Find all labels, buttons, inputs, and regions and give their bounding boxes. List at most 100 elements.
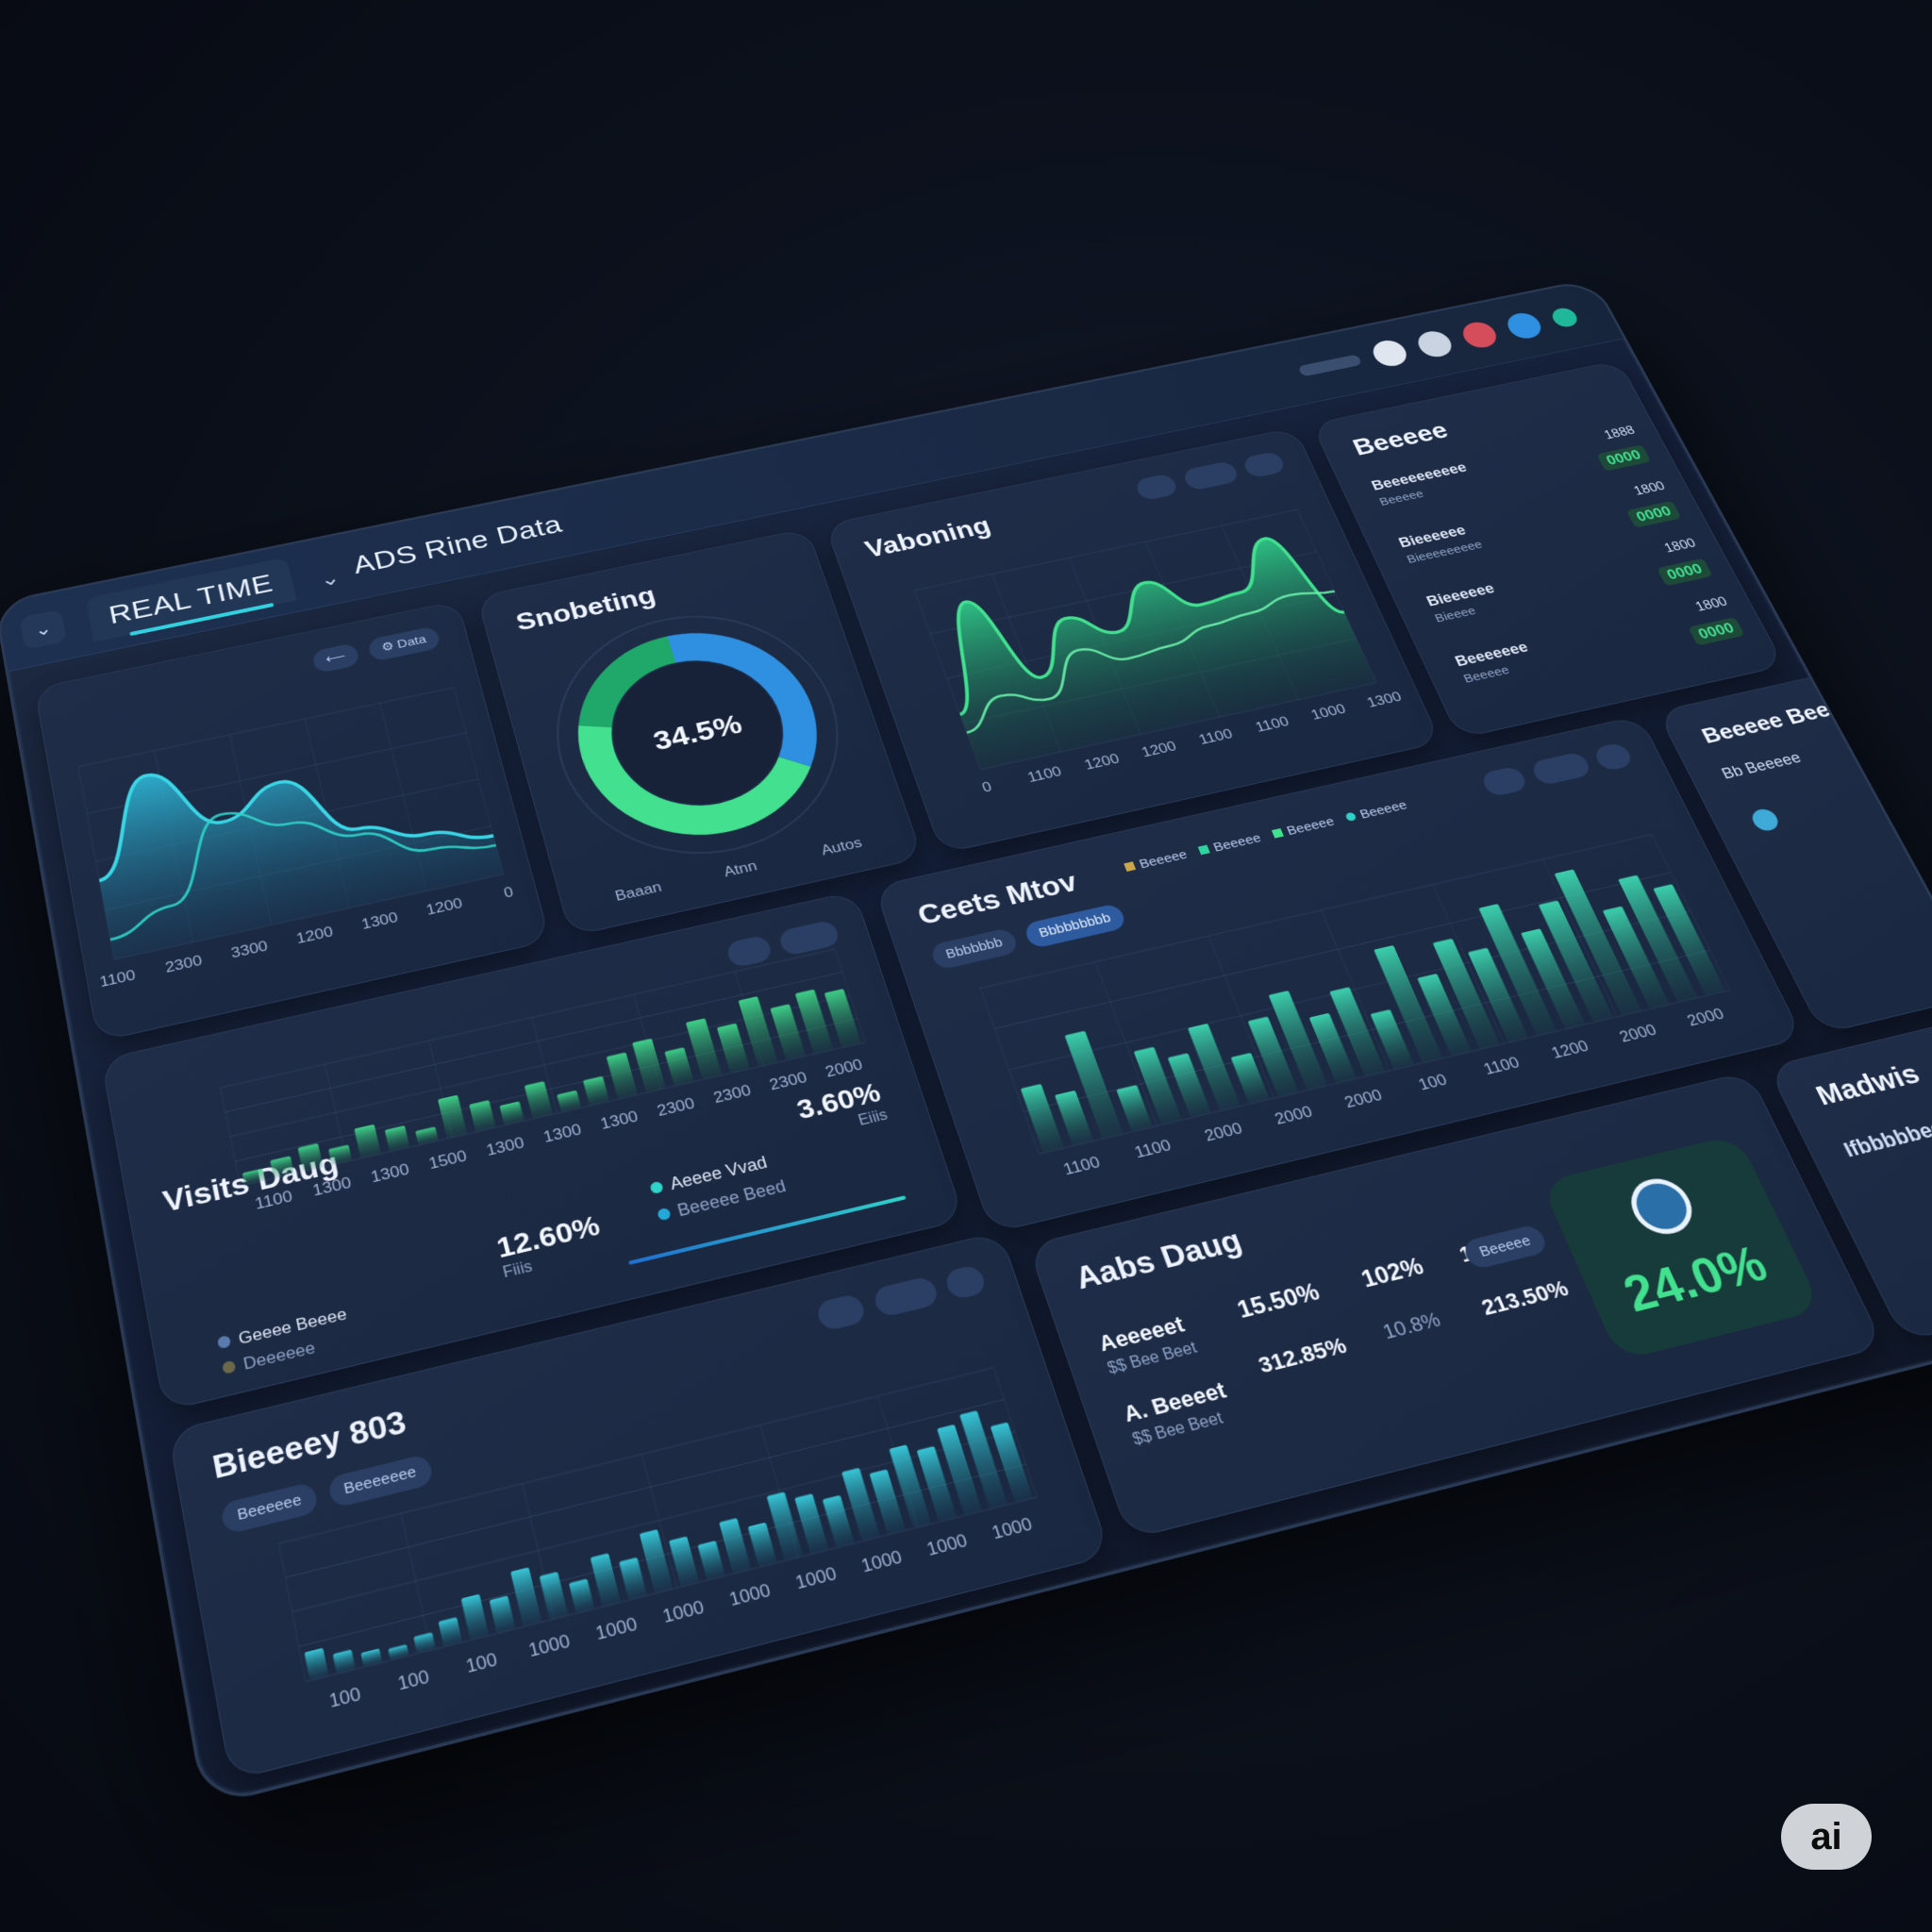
- profile-icon[interactable]: [1413, 328, 1457, 360]
- bar: [664, 1047, 694, 1087]
- x-tick-label: 2000: [1617, 1022, 1659, 1046]
- x-tick-label: 1000: [526, 1631, 572, 1661]
- adds-card-title: Aabs Daug: [1070, 1222, 1247, 1296]
- donut-legend-label: Autos: [820, 835, 865, 858]
- side-card-title: Beeeee Beeee: [1697, 691, 1859, 748]
- metrics-card-sub: Ifbbbbbee: [1839, 1115, 1932, 1162]
- grid-line: [980, 989, 1039, 1155]
- notification-icon[interactable]: [1457, 319, 1502, 351]
- side-card-sub: Bb Beeeee: [1719, 749, 1805, 783]
- x-tick-label: 1100: [1061, 1154, 1103, 1179]
- grid-line: [278, 1543, 306, 1681]
- legend-dot-icon: [649, 1180, 664, 1195]
- status-pill-icon: [1297, 354, 1363, 377]
- list-rows: Beeeeeeeeee Beeeee 1888 0000 Bieeeeee Bi…: [1369, 425, 1756, 716]
- bar: [415, 1126, 439, 1145]
- x-tick-label: 100: [327, 1684, 362, 1712]
- x-tick-label: 1100: [1254, 714, 1291, 736]
- metrics-card-title: Madwis: [1810, 1058, 1925, 1112]
- list-card-title: Beeeee: [1348, 416, 1453, 460]
- donut-legend-label: Baaan: [613, 879, 663, 905]
- x-tick-label: 0: [502, 884, 515, 901]
- x-tick-label: 1100: [254, 1188, 294, 1213]
- bar: [747, 1522, 777, 1568]
- grid-line: [78, 688, 454, 767]
- x-tick-label: 2000: [1685, 1006, 1727, 1030]
- stage: ⌄ REAL TIME ⌄ ADS Rine Data ⟵ ⚙ Data 110…: [0, 0, 1932, 1932]
- bar: [685, 1018, 723, 1080]
- bar: [619, 1557, 647, 1601]
- ai-badge-label: ai: [1810, 1815, 1842, 1857]
- x-tick-label: 1100: [1197, 726, 1235, 748]
- x-tick-label: 2000: [1273, 1104, 1315, 1129]
- x-tick-label: 1000: [859, 1547, 905, 1576]
- area-fill: [82, 708, 504, 960]
- x-tick-label: 1300: [1365, 690, 1405, 711]
- x-tick-label: 1200: [1549, 1038, 1591, 1062]
- tab-ads-data[interactable]: ADS Rine Data: [329, 499, 587, 591]
- adds-col: Aeeeeet $$ Bee Beet A. Beeeet $$ Bee Bee…: [1095, 1307, 1238, 1450]
- bar: [328, 1144, 353, 1166]
- legend-dot-icon: [221, 1359, 237, 1375]
- x-tick-label: 2300: [656, 1095, 697, 1120]
- bar: [360, 1648, 383, 1668]
- x-tick-label: 100: [1416, 1072, 1450, 1094]
- bar: [606, 1052, 639, 1100]
- globe-icon[interactable]: [1502, 310, 1546, 341]
- bar: [668, 1536, 700, 1588]
- bar: [460, 1593, 490, 1641]
- x-tick-label: 1000: [594, 1614, 640, 1644]
- grid-line: [221, 1088, 241, 1186]
- area-fill: [922, 529, 1377, 770]
- x-tick-label: 0: [980, 779, 994, 795]
- ai-badge: ai: [1781, 1804, 1872, 1870]
- chevron-down-icon[interactable]: ⌄: [19, 608, 68, 650]
- x-tick-label: 1300: [599, 1108, 641, 1134]
- x-tick-label: 1200: [1082, 751, 1122, 773]
- x-tick-label: 2300: [768, 1069, 809, 1093]
- bar: [384, 1125, 410, 1152]
- x-tick-label: 1000: [793, 1564, 839, 1593]
- x-tick-label: 100: [396, 1667, 431, 1695]
- x-tick-label: 1100: [1025, 764, 1063, 786]
- bar: [510, 1567, 542, 1627]
- x-tick-label: 1000: [727, 1581, 773, 1611]
- bar: [568, 1578, 595, 1614]
- adds-col: 15.50% 312.85%: [1234, 1277, 1365, 1415]
- bar: [716, 1023, 751, 1074]
- bar: [242, 1168, 265, 1186]
- x-tick-label: 100: [464, 1650, 499, 1678]
- x-tick-label: 1100: [1481, 1054, 1523, 1078]
- bar: [590, 1553, 622, 1607]
- bar: [437, 1094, 468, 1139]
- bar: [582, 1075, 610, 1107]
- bar: [297, 1142, 324, 1173]
- x-tick-label: 1300: [360, 909, 400, 933]
- bar: [489, 1595, 516, 1634]
- settings-icon[interactable]: [1548, 306, 1581, 329]
- adds-col: 102% 10.8%: [1357, 1253, 1465, 1382]
- x-tick-label: 1200: [1140, 739, 1179, 760]
- bar: [632, 1038, 666, 1093]
- user-avatar-icon[interactable]: [1368, 338, 1411, 369]
- bar: [469, 1100, 496, 1132]
- x-tick-label: 2300: [711, 1082, 753, 1107]
- bar: [354, 1124, 381, 1158]
- x-tick-label: 1000: [924, 1531, 970, 1560]
- headset-icon[interactable]: [1622, 1173, 1702, 1241]
- bar: [770, 1004, 807, 1061]
- adds-col-value: 102%: [1357, 1253, 1428, 1293]
- bar: [719, 1518, 752, 1574]
- bar: [539, 1571, 569, 1621]
- tab-ads-data-label: ADS Rine Data: [350, 509, 565, 579]
- tab-real-time[interactable]: REAL TIME: [85, 557, 297, 642]
- x-tick-label: 1100: [1132, 1137, 1174, 1162]
- bar: [639, 1529, 674, 1594]
- side-card-dot-icon: [1748, 807, 1782, 833]
- x-tick-label: 1000: [1309, 702, 1349, 724]
- x-tick-label: 1300: [311, 1174, 353, 1200]
- bar: [1020, 1083, 1064, 1154]
- x-tick-label: 1200: [295, 924, 335, 947]
- bar: [1116, 1085, 1153, 1132]
- adds-col-value: 213.50%: [1477, 1275, 1573, 1321]
